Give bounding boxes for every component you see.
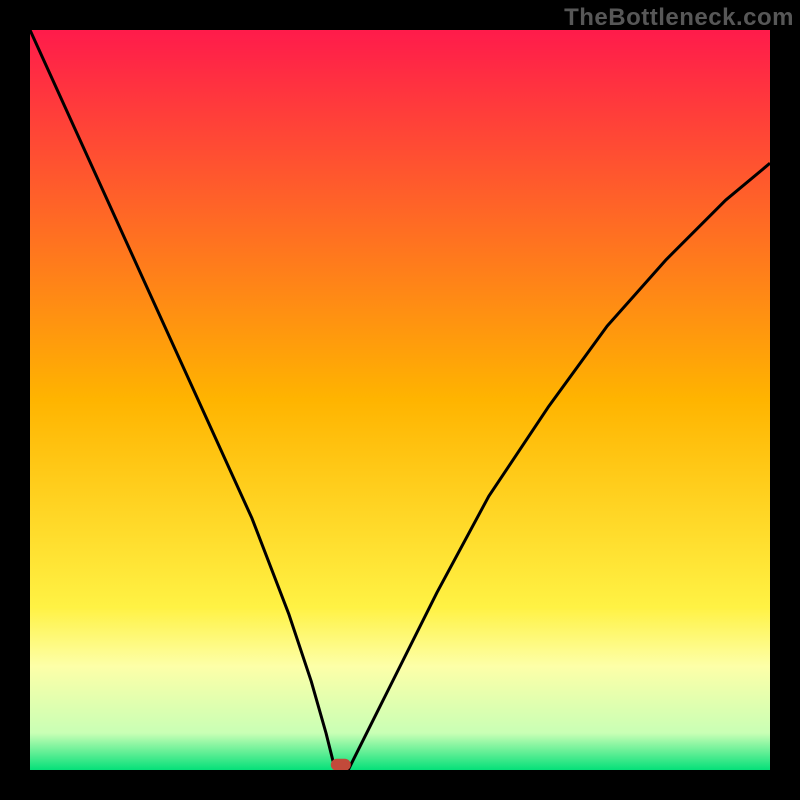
watermark-text: TheBottleneck.com xyxy=(564,4,794,32)
gradient-background xyxy=(30,30,770,770)
plot-area xyxy=(30,30,770,770)
bottleneck-chart xyxy=(30,30,770,770)
chart-frame: TheBottleneck.com xyxy=(0,0,800,800)
bottleneck-marker xyxy=(331,759,351,770)
